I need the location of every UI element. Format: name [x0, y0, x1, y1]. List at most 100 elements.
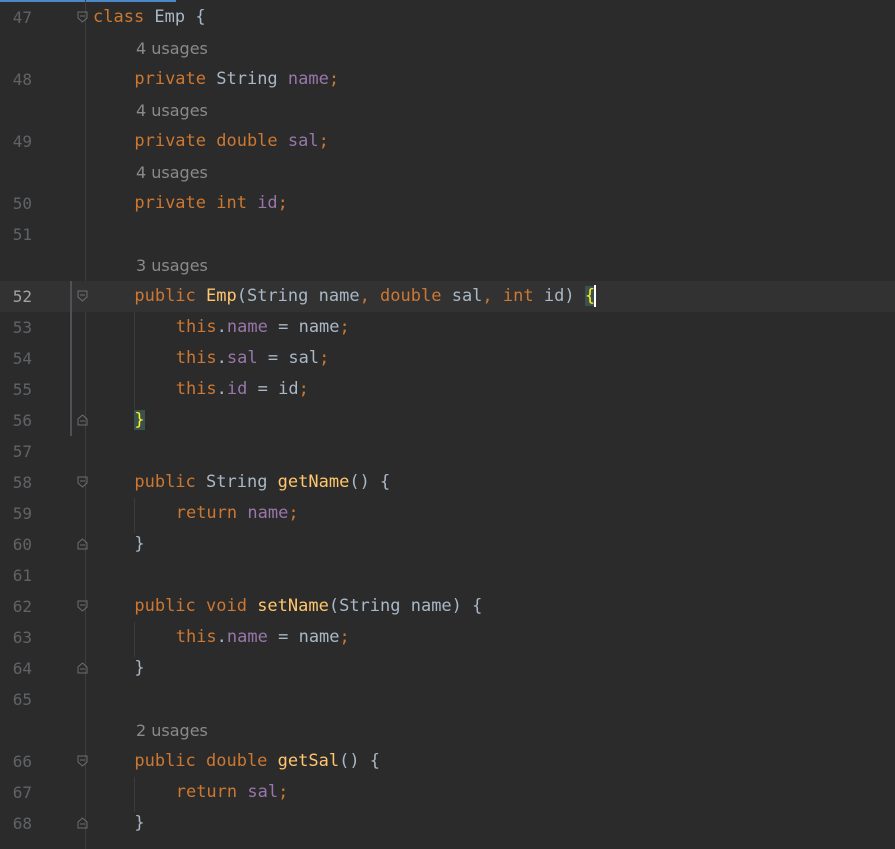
line-number: 61: [12, 566, 32, 585]
code-token: private: [134, 69, 217, 89]
code-token: this: [175, 317, 217, 337]
text-caret: [594, 285, 596, 307]
line-number: 60: [12, 535, 32, 554]
code-line[interactable]: 56}: [0, 405, 895, 436]
usages-hint-text[interactable]: 2 usages: [136, 715, 208, 746]
code-token: getSal: [277, 751, 340, 771]
code-token: setName: [257, 596, 329, 616]
code-text[interactable]: public Emp(String name, double sal, int …: [134, 281, 596, 312]
code-token: .: [216, 379, 227, 399]
code-token: this: [175, 627, 217, 647]
fold-end-icon[interactable]: [77, 414, 88, 426]
usages-hint[interactable]: 2 usages: [0, 715, 895, 746]
line-number: 49: [12, 132, 32, 151]
line-number: 64: [12, 659, 32, 678]
usages-hint-text[interactable]: 4 usages: [136, 33, 208, 64]
fold-end-icon[interactable]: [77, 817, 88, 829]
code-token: ;: [318, 131, 329, 151]
code-line[interactable]: 62 public void setName(String name) {: [0, 591, 895, 622]
fold-end-icon[interactable]: [77, 662, 88, 674]
code-token: .: [216, 627, 227, 647]
code-text[interactable]: public String getName() {: [134, 467, 390, 498]
code-text[interactable]: class Emp {: [93, 2, 206, 33]
code-line[interactable]: 60}: [0, 529, 895, 560]
fold-collapse-icon[interactable]: [77, 476, 88, 488]
code-token: String: [206, 472, 278, 492]
code-token: }: [134, 813, 145, 833]
fold-collapse-icon[interactable]: [77, 755, 88, 767]
code-line[interactable]: 48 private String name;: [0, 64, 895, 95]
code-line[interactable]: 66 public double getSal() {: [0, 746, 895, 777]
code-text[interactable]: this.name = name;: [176, 312, 350, 343]
code-line[interactable]: 65: [0, 684, 895, 715]
code-token: = name: [267, 627, 340, 647]
code-token: public: [134, 472, 207, 492]
code-token: ;: [298, 379, 309, 399]
code-text[interactable]: public void setName(String name) {: [134, 591, 482, 622]
code-token: name: [247, 503, 289, 523]
fold-collapse-icon[interactable]: [77, 11, 88, 23]
line-number: 68: [12, 814, 32, 833]
line-number: 66: [12, 752, 32, 771]
code-token: Emp: [206, 286, 237, 306]
usages-hint-text[interactable]: 4 usages: [136, 95, 208, 126]
line-number: 57: [12, 442, 32, 461]
code-line[interactable]: 51: [0, 219, 895, 250]
code-token: id: [257, 193, 278, 213]
code-line[interactable]: 64}: [0, 653, 895, 684]
code-line[interactable]: 61: [0, 560, 895, 591]
current-code-line[interactable]: 52 public Emp(String name, double sal, in…: [0, 281, 895, 312]
usages-hint-text[interactable]: 4 usages: [136, 157, 208, 188]
code-text[interactable]: }: [134, 808, 144, 839]
code-token: sal: [247, 782, 279, 802]
code-text[interactable]: this.sal = sal;: [176, 343, 330, 374]
code-token: name: [226, 627, 268, 647]
code-line[interactable]: 50 private int id;: [0, 188, 895, 219]
code-token: }: [134, 658, 145, 678]
usages-hint[interactable]: 4 usages: [0, 157, 895, 188]
code-text[interactable]: private int id;: [134, 188, 288, 219]
code-token: .: [216, 348, 227, 368]
code-text[interactable]: private double sal;: [134, 126, 329, 157]
line-number: 54: [12, 349, 32, 368]
code-line[interactable]: 57: [0, 436, 895, 467]
code-token: (String name: [236, 286, 360, 306]
code-token: double: [380, 286, 452, 306]
fold-collapse-icon[interactable]: [77, 290, 88, 302]
code-text[interactable]: }: [134, 529, 144, 560]
code-editor[interactable]: 47 class Emp {4 usages 48 private String na…: [0, 0, 895, 849]
code-token: ;: [319, 348, 330, 368]
code-token: String: [216, 69, 288, 89]
fold-end-icon[interactable]: [77, 538, 88, 550]
code-token: return: [175, 782, 248, 802]
vcs-change-marker[interactable]: [70, 281, 72, 436]
code-token: name: [226, 317, 268, 337]
fold-collapse-icon[interactable]: [77, 600, 88, 612]
usages-hint[interactable]: 4 usages: [0, 33, 895, 64]
code-line[interactable]: 58 public String getName() {: [0, 467, 895, 498]
code-token: sal: [226, 348, 258, 368]
code-text[interactable]: this.id = id;: [176, 374, 309, 405]
usages-hint-text[interactable]: 3 usages: [136, 250, 208, 281]
usages-hint[interactable]: 4 usages: [0, 95, 895, 126]
code-token: }: [134, 534, 145, 554]
code-token: this: [175, 348, 217, 368]
code-token: id): [543, 286, 585, 306]
code-text[interactable]: return name;: [176, 498, 299, 529]
code-line[interactable]: 49 private double sal;: [0, 126, 895, 157]
code-text[interactable]: this.name = name;: [176, 622, 350, 653]
code-token: public: [134, 286, 207, 306]
indent-guide: [134, 498, 135, 533]
code-text[interactable]: private String name;: [134, 64, 339, 95]
code-text[interactable]: public double getSal() {: [134, 746, 380, 777]
code-line[interactable]: 68}: [0, 808, 895, 839]
usages-hint[interactable]: 3 usages: [0, 250, 895, 281]
code-line[interactable]: 47 class Emp {: [0, 2, 895, 33]
code-text[interactable]: return sal;: [176, 777, 289, 808]
code-text[interactable]: }: [134, 405, 145, 436]
code-token: = id: [247, 379, 299, 399]
code-text[interactable]: }: [134, 653, 144, 684]
code-token: this: [175, 379, 217, 399]
indent-guide: [134, 777, 135, 812]
code-token: ;: [288, 503, 299, 523]
